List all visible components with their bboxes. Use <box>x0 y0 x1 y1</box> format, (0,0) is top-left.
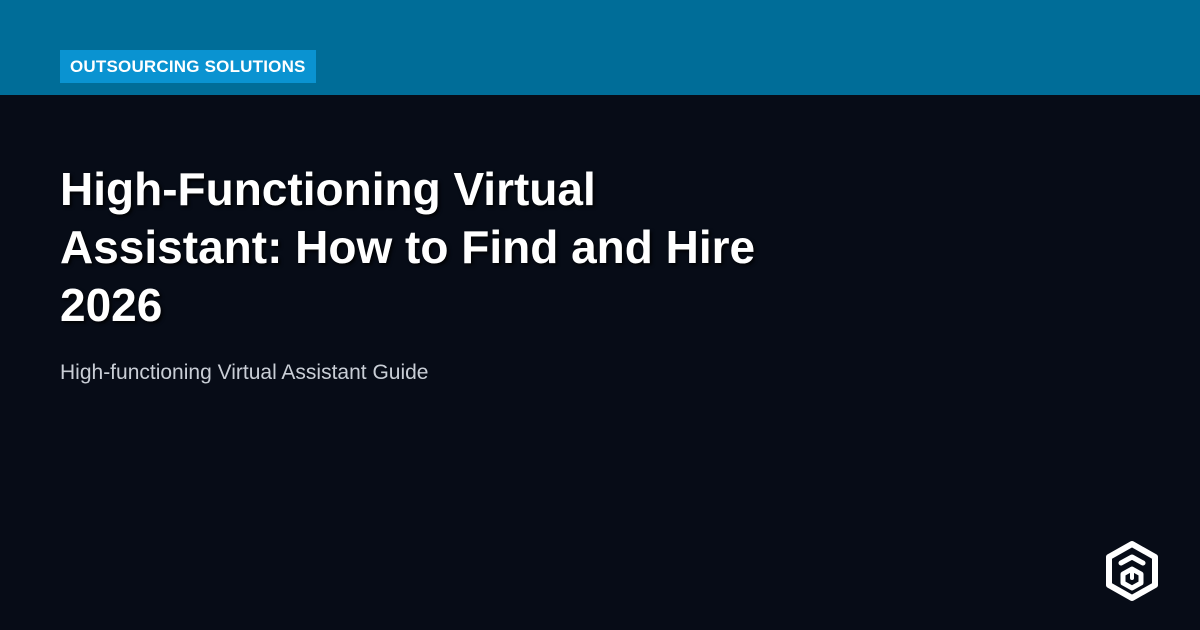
article-title: High-Functioning Virtual Assistant: How … <box>60 163 756 331</box>
hexagon-cube-logo-icon <box>1106 541 1158 601</box>
category-badge: OUTSOURCING SOLUTIONS <box>60 50 316 83</box>
article-subtitle: High-functioning Virtual Assistant Guide <box>60 361 429 384</box>
header-band: OUTSOURCING SOLUTIONS <box>0 0 1200 95</box>
